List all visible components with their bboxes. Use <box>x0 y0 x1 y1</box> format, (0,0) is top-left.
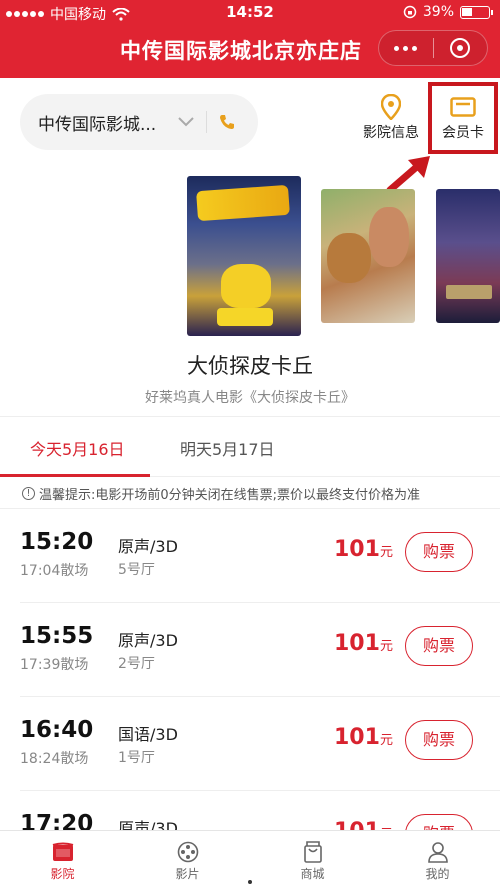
cinema-icon <box>52 842 73 861</box>
battery-icon <box>460 5 493 19</box>
end-time: 17:39散场 <box>20 657 89 673</box>
tab-indicator <box>0 474 150 477</box>
buy-ticket-button[interactable]: 购票 <box>405 626 473 666</box>
hall: 1号厅 <box>118 750 155 766</box>
nav-mall[interactable]: 商城 <box>250 831 375 888</box>
pointer-arrow-icon <box>386 156 430 194</box>
movie-poster[interactable] <box>321 189 415 323</box>
user-icon <box>427 842 448 863</box>
start-time: 15:20 <box>20 529 94 555</box>
chevron-down-icon <box>178 117 194 127</box>
member-card-button[interactable]: 会员卡 <box>428 82 498 154</box>
price: 101元 <box>334 725 393 750</box>
close-button[interactable] <box>434 31 488 65</box>
hall: 5号厅 <box>118 562 155 578</box>
buy-ticket-button[interactable]: 购票 <box>405 720 473 760</box>
hall: 2号厅 <box>118 656 155 672</box>
price: 101元 <box>334 631 393 656</box>
start-time: 16:40 <box>20 717 94 743</box>
tab-today[interactable]: 今天5月16日 <box>30 436 125 460</box>
cinema-selector[interactable]: 中传国际影城... <box>20 94 258 150</box>
movie-title: 大侦探皮卡丘 <box>187 354 313 378</box>
miniprogram-capsule <box>378 30 488 66</box>
version: 原声/3D <box>118 631 178 650</box>
showtime-row: 15:20 17:04散场 原声/3D 5号厅 101元 购票 <box>0 509 500 603</box>
cinema-name: 中传国际影城... <box>38 114 157 135</box>
buy-ticket-button[interactable]: 购票 <box>405 532 473 572</box>
start-time: 15:55 <box>20 623 94 649</box>
version: 原声/3D <box>118 537 178 556</box>
end-time: 17:04散场 <box>20 563 89 579</box>
rotation-lock-icon <box>403 5 417 19</box>
tab-tomorrow[interactable]: 明天5月17日 <box>180 436 275 460</box>
film-reel-icon <box>177 841 198 863</box>
movie-poster[interactable] <box>436 189 500 323</box>
version: 国语/3D <box>118 725 178 744</box>
phone-icon[interactable] <box>219 114 235 130</box>
cinema-info-button[interactable]: 影院信息 <box>356 92 426 152</box>
home-indicator <box>248 880 252 884</box>
movie-subtitle: 好莱坞真人电影《大侦探皮卡丘》 <box>145 390 355 406</box>
price: 101元 <box>334 537 393 562</box>
nav-profile[interactable]: 我的 <box>375 831 500 888</box>
status-bar: 中国移动 14:52 39% <box>0 0 500 26</box>
more-icon <box>394 45 400 51</box>
header-bar: 中国移动 14:52 39% 中传国际影城北京亦庄店 <box>0 0 500 78</box>
nav-films[interactable]: 影片 <box>125 831 250 888</box>
info-icon: ! <box>22 487 35 500</box>
nav-cinema[interactable]: 影院 <box>0 831 125 888</box>
close-circle-icon <box>450 38 471 58</box>
card-icon <box>450 97 476 117</box>
showtime-row: 16:40 18:24散场 国语/3D 1号厅 101元 购票 <box>0 697 500 791</box>
shopping-bag-icon <box>303 841 322 863</box>
location-pin-icon <box>381 94 401 120</box>
showtime-row: 15:55 17:39散场 原声/3D 2号厅 101元 购票 <box>0 603 500 697</box>
battery-level <box>462 7 472 16</box>
battery-percent: 39% <box>422 4 454 20</box>
end-time: 18:24散场 <box>20 751 89 767</box>
member-card-label: 会员卡 <box>442 125 484 141</box>
more-button[interactable] <box>379 31 433 65</box>
notice-bar: ! 温馨提示:电影开场前0分钟关闭在线售票;票价以最终支付价格为准 <box>22 484 420 503</box>
notice-text: 温馨提示:电影开场前0分钟关闭在线售票;票价以最终支付价格为准 <box>39 488 421 503</box>
cinema-info-label: 影院信息 <box>363 125 419 141</box>
movie-poster-selected[interactable] <box>187 176 301 336</box>
